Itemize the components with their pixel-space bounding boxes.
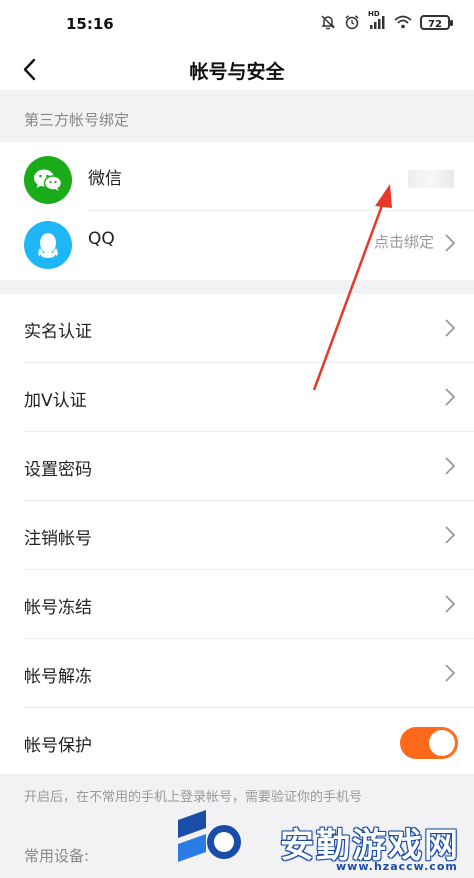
status-bar: 15:16 HD 72: [0, 0, 474, 50]
signal-icon: HD: [368, 10, 386, 30]
page-title: 帐号与安全: [189, 61, 285, 83]
settings-item-unfreeze[interactable]: 帐号解冻: [0, 639, 474, 708]
qq-row[interactable]: QQ 点击绑定: [0, 211, 474, 279]
settings-item-label: 设置密码: [24, 460, 92, 480]
settings-item-cancel-account[interactable]: 注销帐号: [0, 501, 474, 570]
wechat-row[interactable]: 微信: [0, 142, 474, 210]
wechat-label: 微信: [88, 169, 122, 189]
chevron-right-icon: [445, 388, 456, 406]
settings-item-freeze[interactable]: 帐号冻结: [0, 570, 474, 639]
status-icons: HD 72: [320, 10, 453, 30]
settings-item-set-password[interactable]: 设置密码: [0, 432, 474, 501]
settings-item-label: 帐号冻结: [24, 598, 92, 618]
chevron-right-icon: [445, 319, 456, 337]
chevron-right-icon: [445, 234, 456, 252]
toggle-knob: [429, 730, 455, 756]
qq-icon: [24, 221, 72, 269]
third-party-binding-card: 微信 QQ 点击绑定: [0, 142, 474, 280]
chevron-right-icon: [445, 457, 456, 475]
settings-list: 实名认证 加V认证 设置密码 注销帐号 帐号冻结 帐号解冻 帐号保护: [0, 294, 474, 774]
chevron-right-icon: [445, 664, 456, 682]
settings-item-label: 帐号保护: [24, 736, 92, 756]
watermark-logo-icon: [178, 810, 241, 862]
header-bar: 帐号与安全: [0, 50, 474, 90]
chevron-right-icon: [445, 526, 456, 544]
bind-hint[interactable]: 点击绑定: [374, 231, 434, 252]
alarm-icon: [345, 15, 359, 30]
battery-icon: 72: [420, 14, 453, 30]
settings-item-label: 加V认证: [24, 391, 87, 411]
section-header-third-party: 第三方帐号绑定: [0, 96, 474, 142]
qq-label: QQ: [88, 229, 115, 249]
watermark-url: www.hzaccw.com: [336, 860, 458, 873]
wechat-bound-account: [408, 170, 454, 188]
settings-item-label: 帐号解冻: [24, 667, 92, 687]
wifi-icon: [394, 15, 412, 29]
bell-off-icon: [321, 15, 335, 30]
chevron-right-icon: [445, 595, 456, 613]
protection-toggle[interactable]: [400, 727, 458, 759]
wechat-icon: [24, 156, 72, 204]
status-time: 15:16: [66, 15, 114, 33]
devices-label: 常用设备:: [24, 847, 90, 865]
settings-item-real-name[interactable]: 实名认证: [0, 294, 474, 363]
section-title: 第三方帐号绑定: [24, 111, 130, 129]
settings-item-v-verify[interactable]: 加V认证: [0, 363, 474, 432]
settings-item-label: 注销帐号: [24, 529, 92, 549]
settings-item-label: 实名认证: [24, 322, 92, 342]
watermark: 安勤游戏网 www.hzaccw.com: [168, 798, 474, 878]
settings-item-protection: 帐号保护: [0, 708, 474, 777]
